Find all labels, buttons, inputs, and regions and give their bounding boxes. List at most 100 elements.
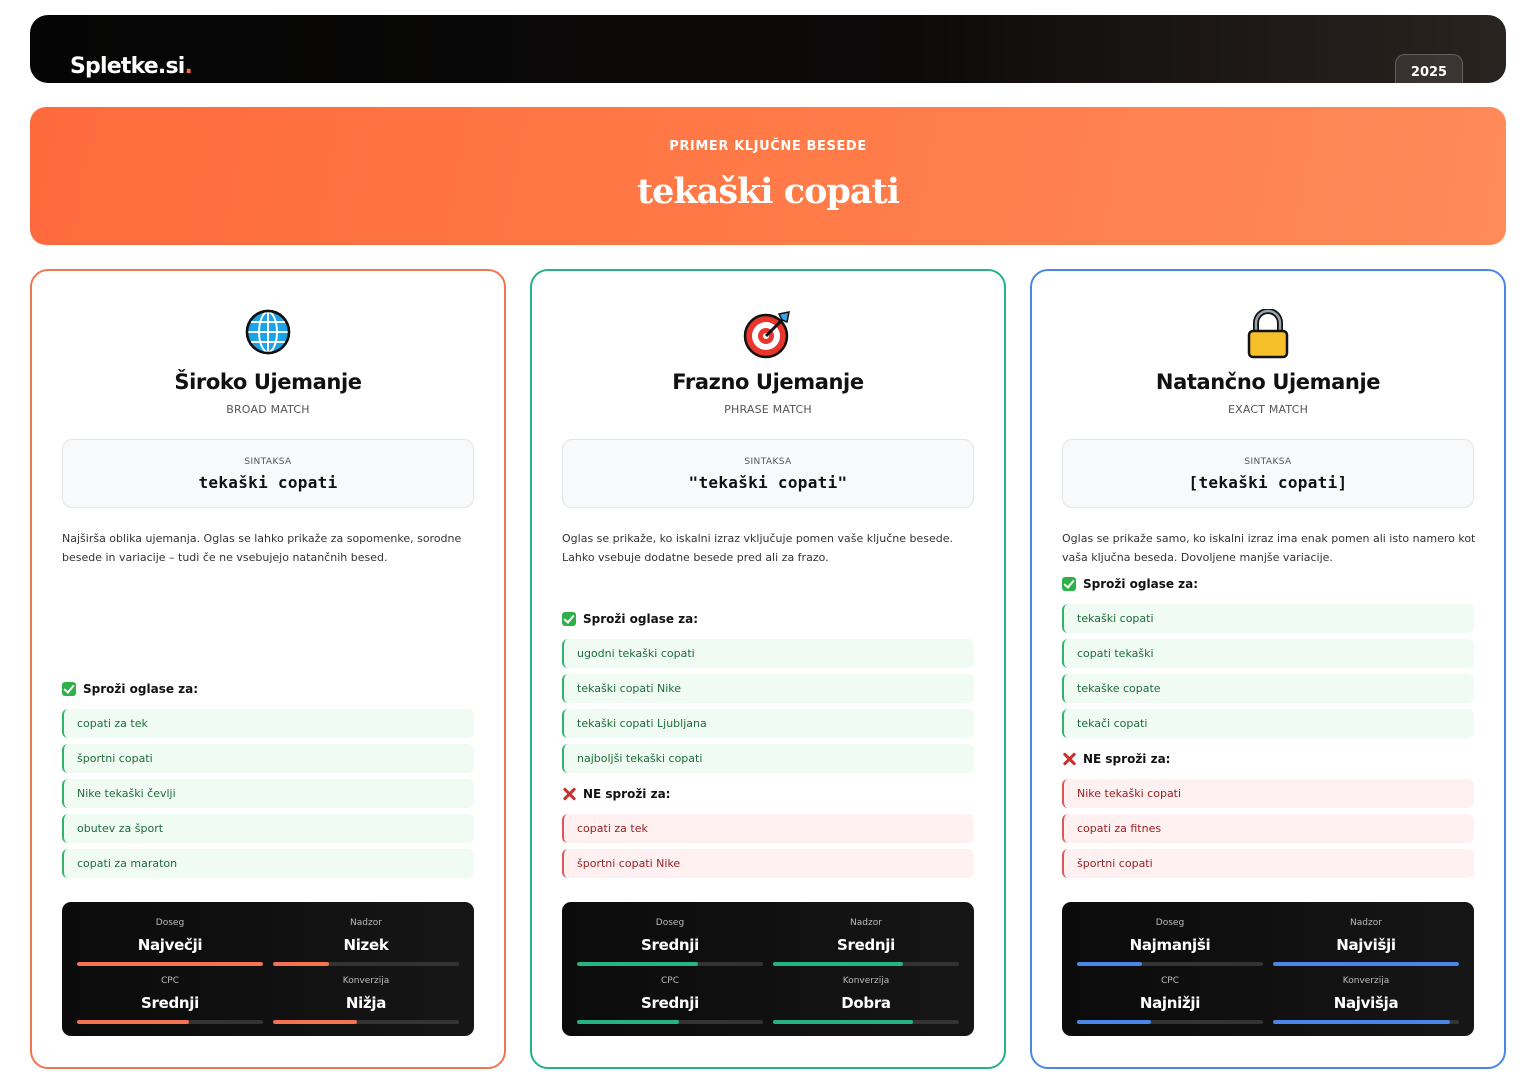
trigger-item: obutev za šport <box>62 814 474 843</box>
stat-bar-fill <box>773 962 904 966</box>
triggers-label-text: Sproži oglase za: <box>83 682 199 696</box>
logo[interactable]: Spletke.si. <box>70 54 193 80</box>
stat-value: Srednji <box>641 994 699 1012</box>
stat-konverzija: Konverzija Najvišja <box>1273 976 1459 1024</box>
stat-bar-fill <box>577 962 698 966</box>
check-icon <box>62 682 76 696</box>
not-trigger-item: športni copati Nike <box>562 849 974 878</box>
stat-label: CPC <box>661 976 679 986</box>
triggers-label: Sproži oglase za: <box>62 682 198 696</box>
stat-bar <box>273 962 459 966</box>
not-trigger-item: copati za tek <box>562 814 974 843</box>
stat-bar <box>1077 962 1263 966</box>
stat-value: Srednji <box>641 936 699 954</box>
syntax-value: "tekaški copati" <box>688 473 848 492</box>
card-subtitle: EXACT MATCH <box>1227 403 1309 416</box>
triggers-label: Sproži oglase za: <box>1062 577 1198 591</box>
trigger-item: ugodni tekaški copati <box>562 639 974 668</box>
stat-value: Najmanjši <box>1129 936 1211 954</box>
stat-bar <box>773 962 959 966</box>
stat-doseg: Doseg Največji <box>77 918 263 966</box>
stat-bar <box>577 1020 763 1024</box>
trigger-item: tekaški copati <box>1062 604 1474 633</box>
stat-bar-fill <box>273 962 329 966</box>
trigger-item: copati za tek <box>62 709 474 738</box>
cross-icon <box>1062 752 1076 766</box>
not-trigger-item: copati za fitnes <box>1062 814 1474 843</box>
syntax-label: SINTAKSA <box>1244 457 1292 467</box>
stat-bar-fill <box>1077 962 1143 966</box>
not-trigger-item: Nike tekaški copati <box>1062 779 1474 808</box>
stat-bar-fill <box>773 1020 913 1024</box>
stat-value: Najvišja <box>1333 994 1399 1012</box>
stat-bar-fill <box>1077 1020 1152 1024</box>
trigger-item: tekaški copati Nike <box>562 674 974 703</box>
card-title: Frazno Ujemanje <box>672 370 864 394</box>
stat-cpc: CPC Srednji <box>77 976 263 1024</box>
triggers-label: Sproži oglase za: <box>562 612 698 626</box>
stat-bar <box>577 962 763 966</box>
stat-cpc: CPC Srednji <box>577 976 763 1024</box>
stat-nadzor: Nadzor Srednji <box>773 918 959 966</box>
card-subtitle: BROAD MATCH <box>226 403 310 416</box>
match-card-broad: Široko Ujemanje BROAD MATCH SINTAKSA tekašk… <box>30 269 506 1069</box>
stat-bar-fill <box>1273 1020 1450 1024</box>
syntax-value: tekaški copati <box>198 473 338 492</box>
stats-panel: Doseg Največji Nadzor Nizek CPC Srednji Konver… <box>62 902 474 1036</box>
stat-bar-fill <box>77 962 263 966</box>
syntax-box: SINTAKSA [tekaški copati] <box>1062 439 1474 508</box>
stat-konverzija: Konverzija Nižja <box>273 976 459 1024</box>
not-trigger-item: športni copati <box>1062 849 1474 878</box>
stat-bar <box>77 1020 263 1024</box>
hero-keyword: tekaški copati <box>636 171 900 212</box>
stat-konverzija: Konverzija Dobra <box>773 976 959 1024</box>
not-triggers-label: NE sproži za: <box>562 787 670 801</box>
stat-label: Konverzija <box>1342 976 1390 986</box>
syntax-label: SINTAKSA <box>744 457 792 467</box>
top-bar: Spletke.si. 2025 <box>30 15 1506 83</box>
syntax-box: SINTAKSA "tekaški copati" <box>562 439 974 508</box>
stat-bar-fill <box>273 1020 357 1024</box>
keyword-hero: PRIMER KLJUČNE BESEDE tekaški copati <box>30 107 1506 245</box>
stat-label: Nadzor <box>350 918 382 928</box>
year-badge: 2025 <box>1395 54 1463 83</box>
card-title: Široko Ujemanje <box>174 370 362 394</box>
stat-label: Nadzor <box>850 918 882 928</box>
trigger-item: copati tekaški <box>1062 639 1474 668</box>
stat-value: Najnižji <box>1139 994 1201 1012</box>
trigger-item: tekaški copati Ljubljana <box>562 709 974 738</box>
stat-doseg: Doseg Srednji <box>577 918 763 966</box>
card-description: Oglas se prikaže, ko iskalni izraz vklju… <box>562 532 953 564</box>
stat-bar-fill <box>577 1020 680 1024</box>
not-triggers-label-text: NE sproži za: <box>1083 752 1171 766</box>
stat-value: Dobra <box>841 994 891 1012</box>
stat-label: Doseg <box>655 918 685 928</box>
stat-bar <box>1273 1020 1459 1024</box>
stat-bar-fill <box>1273 962 1459 966</box>
stat-value: Največji <box>137 936 203 954</box>
stat-nadzor: Nadzor Najvišji <box>1273 918 1459 966</box>
trigger-item: copati za maraton <box>62 849 474 878</box>
not-triggers-label-text: NE sproži za: <box>583 787 671 801</box>
stat-value: Srednji <box>837 936 895 954</box>
stat-value: Najvišji <box>1336 936 1396 954</box>
stat-bar <box>773 1020 959 1024</box>
check-icon <box>1062 577 1076 591</box>
match-card-exact: Natančno Ujemanje EXACT MATCH SINTAKSA [tek… <box>1030 269 1506 1069</box>
stat-label: CPC <box>161 976 179 986</box>
not-triggers-label: NE sproži za: <box>1062 752 1170 766</box>
stat-label: Doseg <box>155 918 185 928</box>
trigger-item: najboljši tekaški copati <box>562 744 974 773</box>
stat-label: Konverzija <box>342 976 390 986</box>
match-card-phrase: Frazno Ujemanje PHRASE MATCH SINTAKSA "teka… <box>530 269 1006 1069</box>
stats-panel: Doseg Najmanjši Nadzor Najvišji CPC Najnižji K… <box>1062 902 1474 1036</box>
stat-bar <box>1273 962 1459 966</box>
stat-value: Nizek <box>343 936 389 954</box>
stat-label: Nadzor <box>1350 918 1382 928</box>
card-title: Natančno Ujemanje <box>1155 370 1381 394</box>
syntax-value: [tekaški copati] <box>1188 473 1348 492</box>
stat-nadzor: Nadzor Nizek <box>273 918 459 966</box>
cross-icon <box>562 787 576 801</box>
lock-icon <box>1032 309 1504 359</box>
stat-label: Konverzija <box>842 976 890 986</box>
